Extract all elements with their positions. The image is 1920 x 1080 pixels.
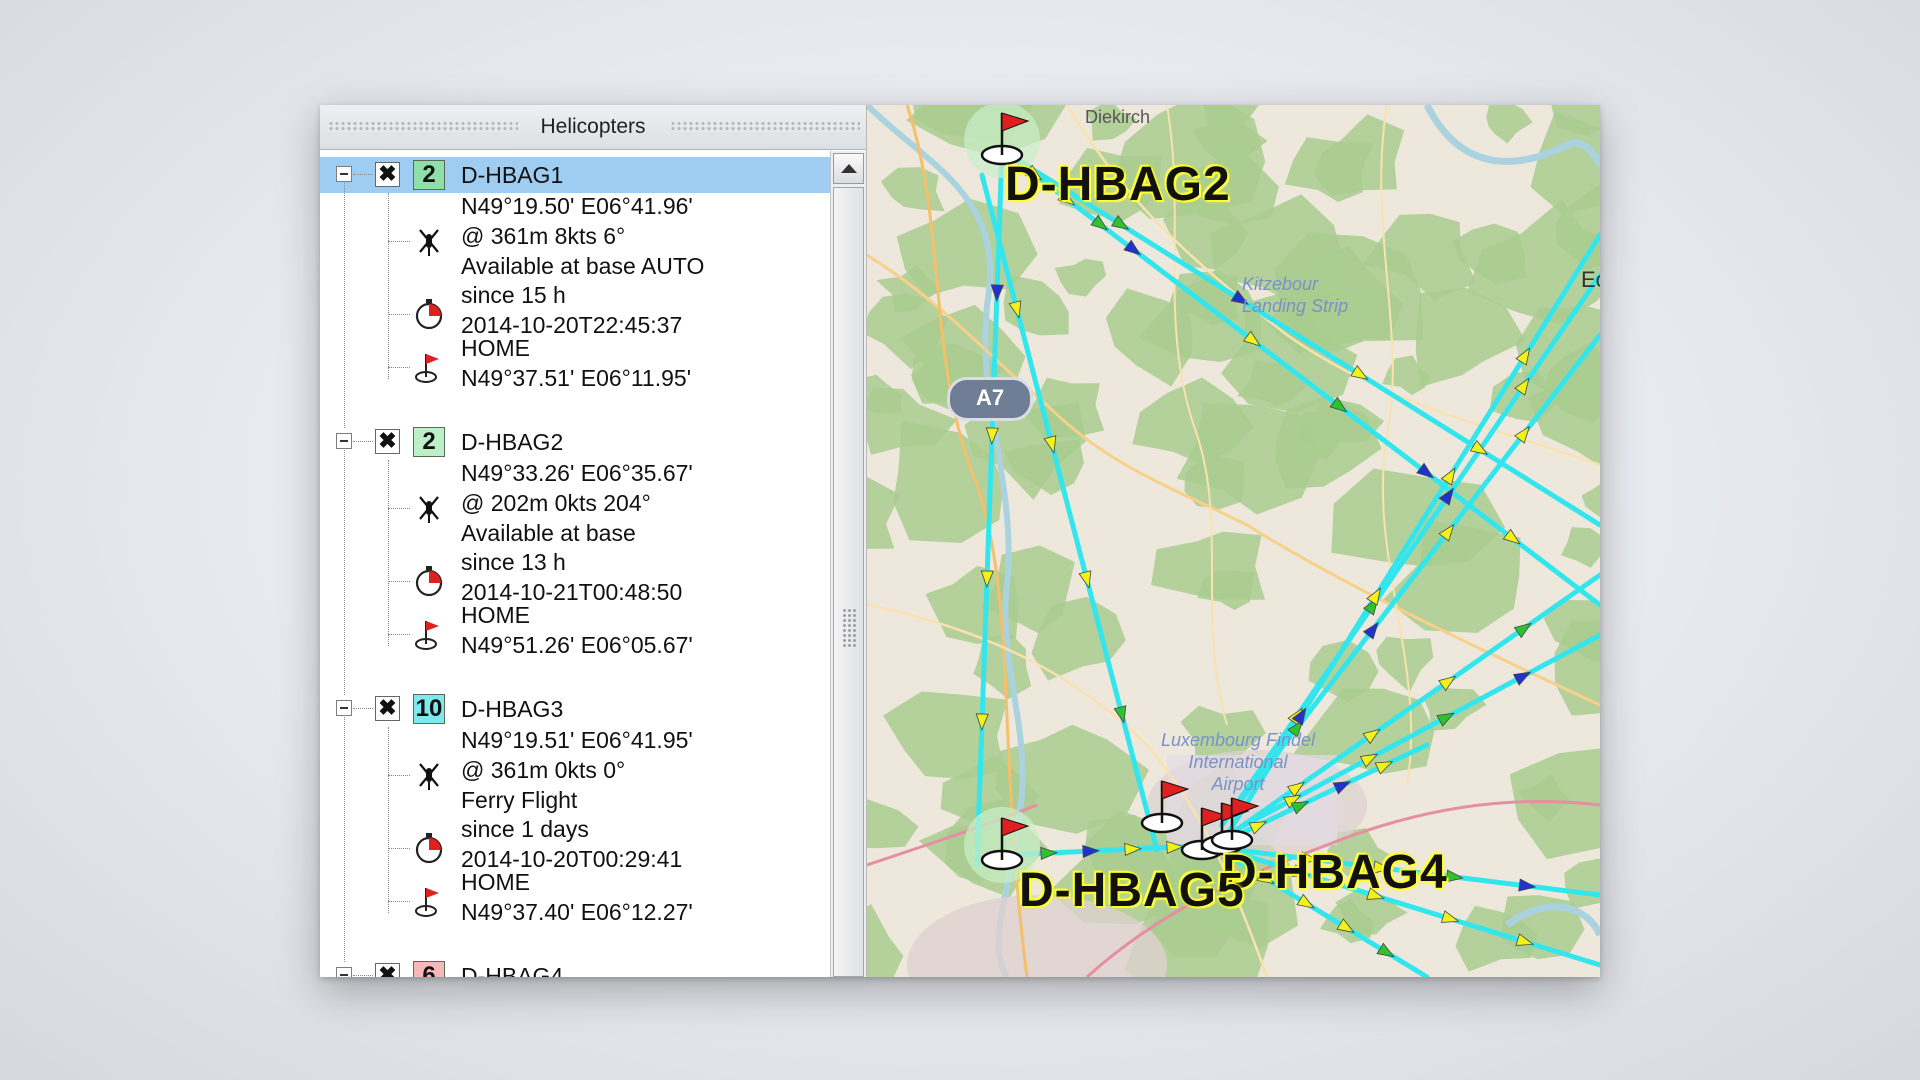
place-label-airport: Luxembourg Findel International Airport <box>1160 730 1316 794</box>
count-badge: 10 <box>413 694 445 724</box>
tree-connector <box>353 708 373 709</box>
helicopter-name: D-HBAG1 <box>461 162 564 188</box>
highway-shield: A7 <box>947 377 1033 421</box>
position-node-line: Available at base <box>461 520 636 546</box>
position-node-line: N49°19.50' E06°41.96' <box>461 193 693 219</box>
position-node-line: @ 361m 8kts 6° <box>461 223 626 249</box>
helicopters-window: Helicopters ✖ 2 D-HBAG1 N49°19.50' E06°41.9… <box>320 105 1600 977</box>
time-node[interactable]: since 15 h 2014-10-20T22:45:37 <box>461 280 682 340</box>
place-label-edge: Ec <box>1581 267 1600 292</box>
helicopter-name: D-HBAG4 <box>461 963 564 977</box>
home-node-line: N49°51.26' E06°05.67' <box>461 632 693 658</box>
home-flag-icon <box>412 884 446 918</box>
tree-connector <box>388 775 410 776</box>
helicopter-icon <box>412 758 446 792</box>
tree-connector <box>388 460 389 646</box>
tree-connector <box>388 581 410 582</box>
position-node-line: N49°19.51' E06°41.95' <box>461 727 693 753</box>
position-node[interactable]: N49°19.50' E06°41.96' @ 361m 8kts 6° Avail… <box>461 191 704 281</box>
home-node-line: N49°37.51' E06°11.95' <box>461 365 692 391</box>
collapse-minus-icon[interactable] <box>336 433 352 449</box>
place-label-town: Diekirch <box>1085 107 1151 127</box>
tree-connector <box>353 975 373 976</box>
stopwatch-icon <box>412 297 446 331</box>
tree-row-d-hbag3[interactable]: ✖ 10 D-HBAG3 <box>320 691 830 727</box>
tree-connector <box>388 901 410 902</box>
stopwatch-icon <box>412 831 446 865</box>
tree-connector <box>388 508 410 509</box>
tree-connector <box>344 717 345 962</box>
position-node-line: Ferry Flight <box>461 787 578 813</box>
time-node-line: since 15 h <box>461 282 566 308</box>
helicopter-icon <box>412 224 446 258</box>
vertical-scrollbar[interactable] <box>830 151 866 977</box>
tree-connector <box>353 441 373 442</box>
tree-row-d-hbag4[interactable]: ✖ 6 D-HBAG4 <box>320 958 830 977</box>
map-view[interactable]: Diekirch Kitzebour Landing Strip Luxembo… <box>867 105 1600 977</box>
tree-connector <box>344 450 345 695</box>
home-node[interactable]: HOME N49°51.26' E06°05.67' <box>461 600 693 660</box>
home-flag-icon <box>412 617 446 651</box>
time-node[interactable]: since 1 days 2014-10-20T00:29:41 <box>461 814 682 874</box>
tree-connector <box>353 174 373 175</box>
helicopter-name: D-HBAG2 <box>461 429 564 455</box>
home-node[interactable]: HOME N49°37.40' E06°12.27' <box>461 867 693 927</box>
count-badge: 6 <box>413 961 445 977</box>
time-node[interactable]: since 13 h 2014-10-21T00:48:50 <box>461 547 682 607</box>
home-node-line: HOME <box>461 869 530 895</box>
collapse-minus-icon[interactable] <box>336 967 352 977</box>
helicopter-name: D-HBAG3 <box>461 696 564 722</box>
close-x-icon[interactable]: ✖ <box>375 162 400 187</box>
map-label-heli4[interactable]: D-HBAG4 <box>1222 845 1448 900</box>
collapse-minus-icon[interactable] <box>336 166 352 182</box>
position-node-line: @ 361m 0kts 0° <box>461 757 626 783</box>
scroll-up-button[interactable] <box>833 153 864 184</box>
panel-title-bar[interactable]: Helicopters <box>320 105 866 150</box>
tree-connector <box>344 183 345 428</box>
tree-row-d-hbag2[interactable]: ✖ 2 D-HBAG2 <box>320 424 830 460</box>
position-node-line: Available at base AUTO <box>461 253 705 279</box>
scroll-thumb-grip <box>842 608 856 648</box>
close-x-icon[interactable]: ✖ <box>375 429 400 454</box>
tree-row-d-hbag1[interactable]: ✖ 2 D-HBAG1 <box>320 157 830 193</box>
tree-connector <box>388 241 410 242</box>
time-node-line: since 1 days <box>461 816 589 842</box>
home-node-line: N49°37.40' E06°12.27' <box>461 899 693 925</box>
home-node[interactable]: HOME N49°37.51' E06°11.95' <box>461 333 691 393</box>
count-badge: 2 <box>413 160 445 190</box>
helicopters-panel: Helicopters ✖ 2 D-HBAG1 N49°19.50' E06°41.9… <box>320 105 867 977</box>
tree-connector <box>388 367 410 368</box>
position-node-line: N49°33.26' E06°35.67' <box>461 460 693 486</box>
tree-connector <box>388 634 410 635</box>
tree-connector <box>388 727 389 913</box>
panel-title: Helicopters <box>540 115 646 138</box>
tree-connector <box>388 848 410 849</box>
tree-connector <box>388 193 389 379</box>
helicopter-tree: ✖ 2 D-HBAG1 N49°19.50' E06°41.96' @ 361m 8kt… <box>320 151 830 977</box>
count-badge: 2 <box>413 427 445 457</box>
map-label-heli2[interactable]: D-HBAG2 <box>1005 157 1231 212</box>
position-node-line: @ 202m 0kts 204° <box>461 490 651 516</box>
place-label-landing-strip: Kitzebour Landing Strip <box>1242 274 1349 316</box>
close-x-icon[interactable]: ✖ <box>375 696 400 721</box>
close-x-icon[interactable]: ✖ <box>375 963 400 977</box>
scroll-thumb[interactable] <box>833 187 864 977</box>
collapse-minus-icon[interactable] <box>336 700 352 716</box>
map-label-heli5[interactable]: D-HBAG5 <box>1019 863 1245 918</box>
home-flag-icon <box>412 350 446 384</box>
helicopter-icon <box>412 491 446 525</box>
home-node-line: HOME <box>461 602 530 628</box>
stopwatch-icon <box>412 564 446 598</box>
position-node[interactable]: N49°19.51' E06°41.95' @ 361m 0kts 0° Ferry… <box>461 725 693 815</box>
time-node-line: since 13 h <box>461 549 566 575</box>
tree-connector <box>388 314 410 315</box>
position-node[interactable]: N49°33.26' E06°35.67' @ 202m 0kts 204° Ava… <box>461 458 693 548</box>
home-node-line: HOME <box>461 335 530 361</box>
